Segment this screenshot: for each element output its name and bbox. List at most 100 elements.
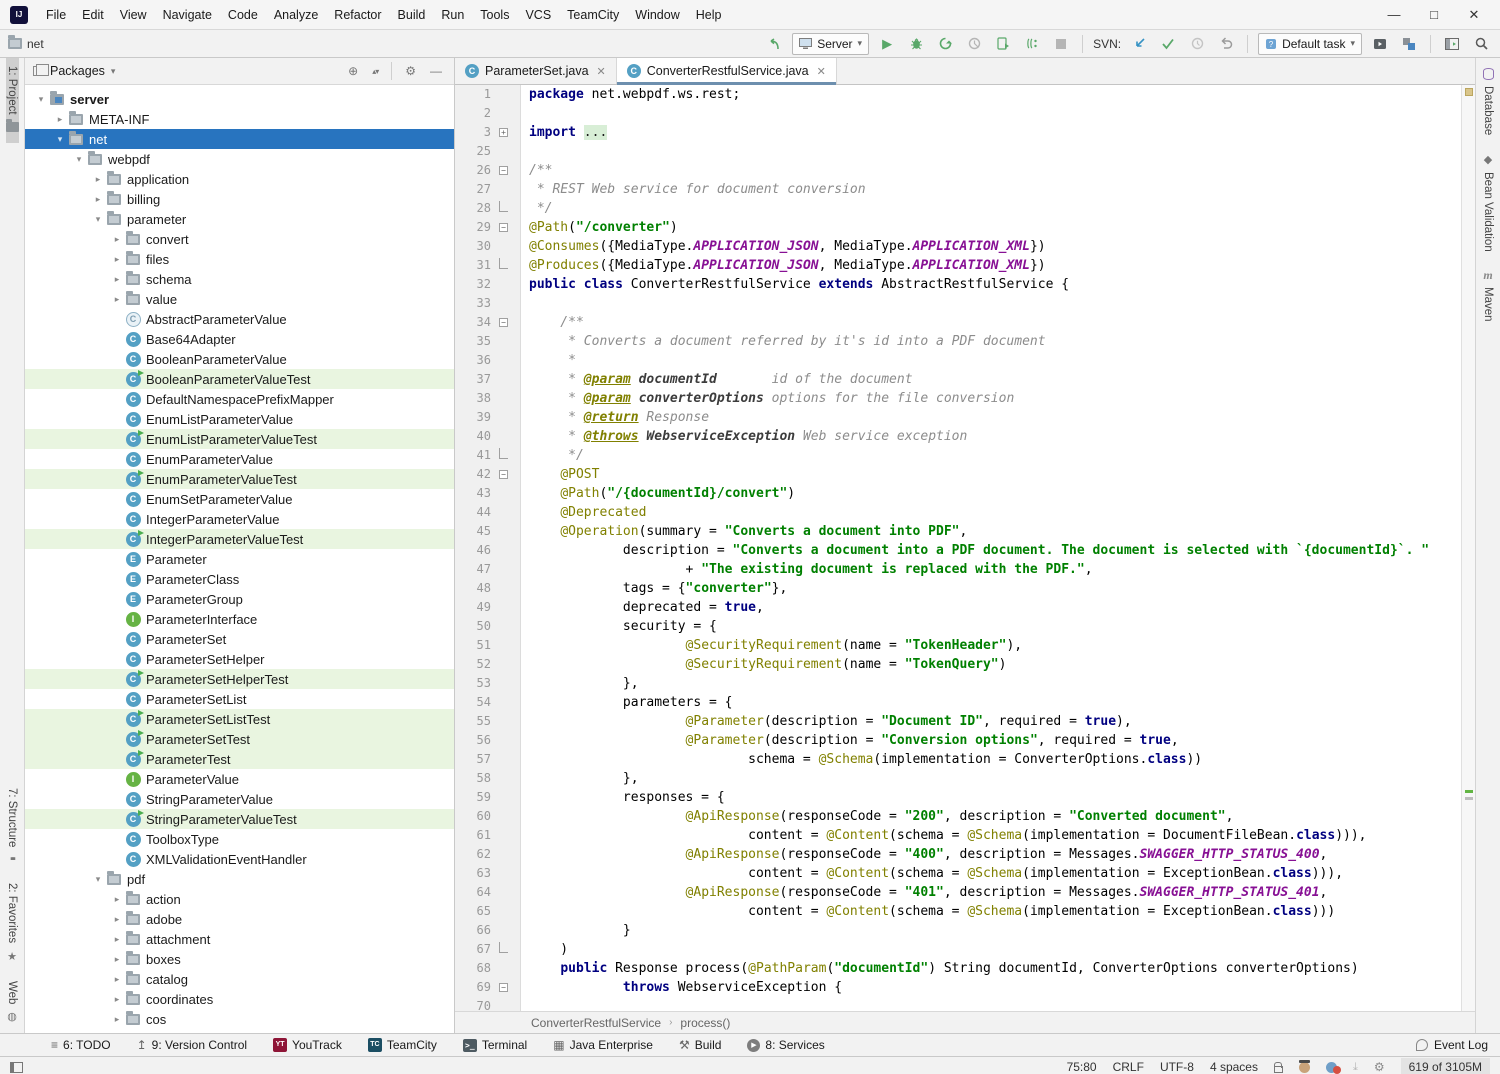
- tree-item-action[interactable]: ▸action: [25, 889, 454, 909]
- menu-code[interactable]: Code: [220, 4, 266, 26]
- toolwindow-button-terminal[interactable]: >_Terminal: [463, 1038, 527, 1052]
- menu-build[interactable]: Build: [390, 4, 434, 26]
- tree-item-enumlistparametervaluetest[interactable]: CEnumListParameterValueTest: [25, 429, 454, 449]
- close-button[interactable]: ✕: [1454, 4, 1494, 26]
- nav-breadcrumb[interactable]: net: [8, 37, 44, 51]
- event-log-button[interactable]: Event Log: [1416, 1038, 1488, 1052]
- tree-item-parameter[interactable]: ▾parameter: [25, 209, 454, 229]
- menu-file[interactable]: File: [38, 4, 74, 26]
- tab-parameterset-java[interactable]: CParameterSet.java✕: [455, 58, 617, 84]
- chevron-right-icon[interactable]: ▸: [109, 294, 125, 305]
- tree-item-net[interactable]: ▾net: [25, 129, 454, 149]
- tree-item-stringparametervaluetest[interactable]: CStringParameterValueTest: [25, 809, 454, 829]
- toolwindow-quickaccess-icon[interactable]: [1441, 33, 1463, 55]
- toolwindow-button-java-enterprise[interactable]: ▦Java Enterprise: [553, 1038, 653, 1052]
- menu-analyze[interactable]: Analyze: [266, 4, 326, 26]
- chevron-right-icon[interactable]: ▸: [109, 914, 125, 925]
- thread-dump-icon[interactable]: [1021, 33, 1043, 55]
- chevron-right-icon[interactable]: ▸: [90, 174, 106, 185]
- stripe-item-bean-validation[interactable]: ◆Bean Validation: [1482, 143, 1494, 260]
- download-icon[interactable]: ⤓: [1353, 1061, 1358, 1074]
- tree-item-adobe[interactable]: ▸adobe: [25, 909, 454, 929]
- chevron-down-icon[interactable]: ▾: [33, 94, 49, 105]
- tree-item-parametersetlist[interactable]: CParameterSetList: [25, 689, 454, 709]
- code-editor[interactable]: 1package net.webpdf.ws.rest;23+import ..…: [455, 85, 1461, 1011]
- tree-item-enumparametervaluetest[interactable]: CEnumParameterValueTest: [25, 469, 454, 489]
- fold-end-icon[interactable]: [499, 201, 508, 212]
- stop-button[interactable]: [1050, 33, 1072, 55]
- chevron-right-icon[interactable]: ▸: [109, 1014, 125, 1025]
- tree-item-toolboxtype[interactable]: CToolboxType: [25, 829, 454, 849]
- close-icon[interactable]: ✕: [817, 65, 826, 78]
- tree-item-stringparametervalue[interactable]: CStringParameterValue: [25, 789, 454, 809]
- task-select[interactable]: ? Default task ▾: [1258, 33, 1362, 55]
- chevron-down-icon[interactable]: ▾: [90, 874, 106, 885]
- tree-item-pdf[interactable]: ▾pdf: [25, 869, 454, 889]
- tree-item-integerparametervaluetest[interactable]: CIntegerParameterValueTest: [25, 529, 454, 549]
- chevron-right-icon[interactable]: ▸: [109, 234, 125, 245]
- tree-item-defaultnamespaceprefixmapper[interactable]: CDefaultNamespacePrefixMapper: [25, 389, 454, 409]
- tree-item-xmlvalidationeventhandler[interactable]: CXMLValidationEventHandler: [25, 849, 454, 869]
- collapse-all-icon[interactable]: ▴▾: [368, 67, 382, 76]
- menu-teamcity[interactable]: TeamCity: [559, 4, 627, 26]
- chevron-right-icon[interactable]: ▸: [52, 114, 68, 125]
- debug-button[interactable]: [905, 33, 927, 55]
- toolwindow-button-8-services[interactable]: ▶8: Services: [747, 1038, 824, 1052]
- caret-position[interactable]: 75:80: [1067, 1060, 1097, 1074]
- tree-item-server[interactable]: ▾server: [25, 89, 454, 109]
- tree-item-parameterinterface[interactable]: IParameterInterface: [25, 609, 454, 629]
- toolwindow-button-6-todo[interactable]: ≡6: TODO: [51, 1038, 111, 1052]
- tree-item-catalog[interactable]: ▸catalog: [25, 969, 454, 989]
- svn-update-button[interactable]: [1128, 33, 1150, 55]
- svn-history-button[interactable]: [1186, 33, 1208, 55]
- fold-minus-icon[interactable]: −: [499, 318, 508, 327]
- chevron-down-icon[interactable]: ▾: [71, 154, 87, 165]
- menu-navigate[interactable]: Navigate: [155, 4, 220, 26]
- search-everywhere-icon[interactable]: [1470, 33, 1492, 55]
- fold-minus-icon[interactable]: −: [499, 166, 508, 175]
- chevron-right-icon[interactable]: ▸: [109, 934, 125, 945]
- encoding-indicator[interactable]: UTF-8: [1160, 1060, 1194, 1074]
- restore-layout-icon[interactable]: [1398, 33, 1420, 55]
- tree-item-enumlistparametervalue[interactable]: CEnumListParameterValue: [25, 409, 454, 429]
- line-ending-indicator[interactable]: CRLF: [1113, 1060, 1144, 1074]
- chevron-right-icon[interactable]: ▸: [109, 994, 125, 1005]
- svn-commit-button[interactable]: [1157, 33, 1179, 55]
- menu-window[interactable]: Window: [627, 4, 687, 26]
- fold-minus-icon[interactable]: −: [499, 223, 508, 232]
- menu-edit[interactable]: Edit: [74, 4, 112, 26]
- toolwindow-toggle-icon[interactable]: [10, 1062, 23, 1073]
- menu-run[interactable]: Run: [433, 4, 472, 26]
- tree-item-parametersetlisttest[interactable]: CParameterSetListTest: [25, 709, 454, 729]
- code-with-me-icon[interactable]: [1326, 1062, 1337, 1073]
- tree-item-enumparametervalue[interactable]: CEnumParameterValue: [25, 449, 454, 469]
- toolwindow-button-build[interactable]: ⚒Build: [679, 1038, 721, 1052]
- tree-item-webpdf[interactable]: ▾webpdf: [25, 149, 454, 169]
- tree-item-convert[interactable]: ▸convert: [25, 229, 454, 249]
- tree-item-billing[interactable]: ▸billing: [25, 189, 454, 209]
- tree-item-cos[interactable]: ▸cos: [25, 1009, 454, 1029]
- menu-vcs[interactable]: VCS: [517, 4, 559, 26]
- chevron-right-icon[interactable]: ▸: [109, 954, 125, 965]
- chevron-down-icon[interactable]: ▾: [52, 134, 68, 145]
- breadcrumb-converterrestfulservice[interactable]: ConverterRestfulService: [531, 1016, 661, 1030]
- tree-item-application[interactable]: ▸application: [25, 169, 454, 189]
- tree-item-parameterset[interactable]: CParameterSet: [25, 629, 454, 649]
- tree-item-value[interactable]: ▸value: [25, 289, 454, 309]
- tree-item-parametervalue[interactable]: IParameterValue: [25, 769, 454, 789]
- tree-item-parameter[interactable]: EParameter: [25, 549, 454, 569]
- tree-item-base64adapter[interactable]: CBase64Adapter: [25, 329, 454, 349]
- fold-end-icon[interactable]: [499, 258, 508, 269]
- hide-panel-icon[interactable]: —: [426, 64, 446, 78]
- tree-item-meta-inf[interactable]: ▸META-INF: [25, 109, 454, 129]
- tree-item-parametersethelpertest[interactable]: CParameterSetHelperTest: [25, 669, 454, 689]
- tree-item-enumsetparametervalue[interactable]: CEnumSetParameterValue: [25, 489, 454, 509]
- tree-item-parametersethelper[interactable]: CParameterSetHelper: [25, 649, 454, 669]
- svn-rollback-button[interactable]: [1215, 33, 1237, 55]
- tree-item-parametergroup[interactable]: EParameterGroup: [25, 589, 454, 609]
- stripe-item-web[interactable]: Web◍: [6, 973, 18, 1033]
- project-view-select[interactable]: Packages: [50, 64, 105, 78]
- tree-item-abstractparametervalue[interactable]: CAbstractParameterValue: [25, 309, 454, 329]
- tree-item-files[interactable]: ▸files: [25, 249, 454, 269]
- highlighting-level-icon[interactable]: [1299, 1062, 1310, 1073]
